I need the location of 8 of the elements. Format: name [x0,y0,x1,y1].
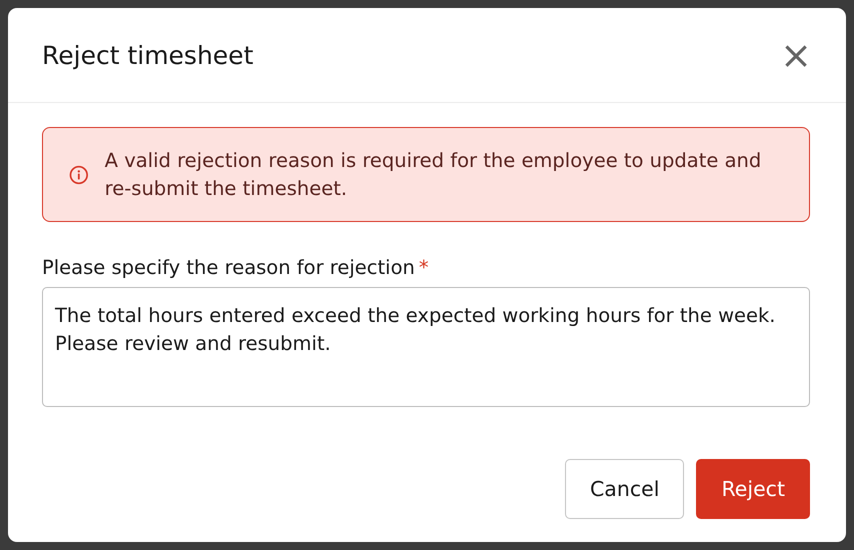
field-label: Please specify the reason for rejection [42,256,415,279]
cancel-button[interactable]: Cancel [564,459,684,519]
reject-button[interactable]: Reject [696,459,810,519]
required-mark: * [418,256,429,279]
reason-field[interactable]: The total hours entered exceed the expected working hours for the week. Please review and resubmit. [42,287,810,407]
alert-message: A valid rejection reason is required for the employee to update and re-submit the timesheet. [104,148,762,202]
dialog-title: Reject timesheet [42,40,254,70]
close-button[interactable]: × [774,36,818,74]
